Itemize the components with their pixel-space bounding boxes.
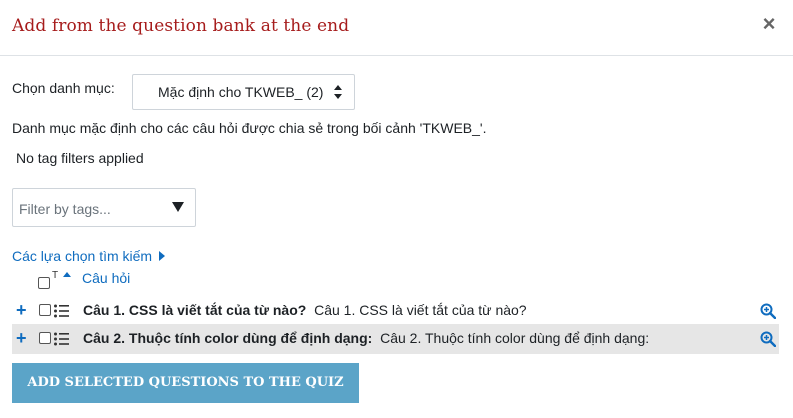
- question-body: Câu 2. Thuộc tính color dùng để định dạn…: [380, 330, 650, 346]
- modal-header: Add from the question bank at the end ×: [0, 0, 793, 56]
- question-body: Câu 1. CSS là viết tắt của từ nào?: [314, 302, 527, 318]
- caret-right-icon: [159, 251, 166, 261]
- question-text: Câu 1. CSS là viết tắt của từ nào? Câu 1…: [83, 302, 527, 318]
- no-tag-filters-text: No tag filters applied: [16, 150, 144, 166]
- caret-down-icon[interactable]: [172, 202, 184, 212]
- zoom-icon[interactable]: [760, 303, 776, 319]
- modal-title: Add from the question bank at the end: [12, 16, 350, 36]
- question-text: Câu 2. Thuộc tính color dùng để định dạn…: [83, 330, 649, 346]
- multichoice-icon: [54, 332, 69, 346]
- category-selected-value: Mặc định cho TKWEB_ (2): [158, 84, 324, 100]
- row-checkbox[interactable]: [39, 332, 51, 344]
- plus-icon[interactable]: +: [16, 328, 27, 348]
- search-options-toggle[interactable]: Các lựa chọn tìm kiếm: [12, 248, 166, 264]
- category-label: Chọn danh mục:: [12, 80, 115, 96]
- tag-filter-input[interactable]: Filter by tags...: [12, 188, 196, 227]
- category-description: Danh mục mặc định cho các câu hỏi được c…: [12, 120, 487, 136]
- table-row: + Câu 2. Thuộc tính color dùng để định d…: [12, 324, 779, 354]
- question-name: Câu 1. CSS là viết tắt của từ nào?: [83, 302, 307, 318]
- select-all-checkbox[interactable]: [38, 277, 50, 289]
- multichoice-icon: [54, 304, 69, 318]
- close-icon[interactable]: ×: [759, 12, 779, 36]
- question-column-header[interactable]: Câu hỏi: [82, 270, 130, 286]
- type-column-header[interactable]: T: [52, 270, 58, 281]
- tag-filter-placeholder: Filter by tags...: [19, 201, 111, 217]
- search-options-label: Các lựa chọn tìm kiếm: [12, 248, 153, 264]
- sort-asc-icon[interactable]: [63, 272, 71, 277]
- table-row: + Câu 1. CSS là viết tắt của từ nào? Câu…: [12, 296, 779, 326]
- select-arrows-icon: [334, 85, 342, 99]
- category-select[interactable]: Mặc định cho TKWEB_ (2): [132, 74, 355, 110]
- question-name: Câu 2. Thuộc tính color dùng để định dạn…: [83, 330, 373, 346]
- plus-icon[interactable]: +: [16, 300, 27, 320]
- row-checkbox[interactable]: [39, 304, 51, 316]
- zoom-icon[interactable]: [760, 331, 776, 347]
- add-selected-questions-button[interactable]: ADD SELECTED QUESTIONS TO THE QUIZ: [12, 363, 359, 403]
